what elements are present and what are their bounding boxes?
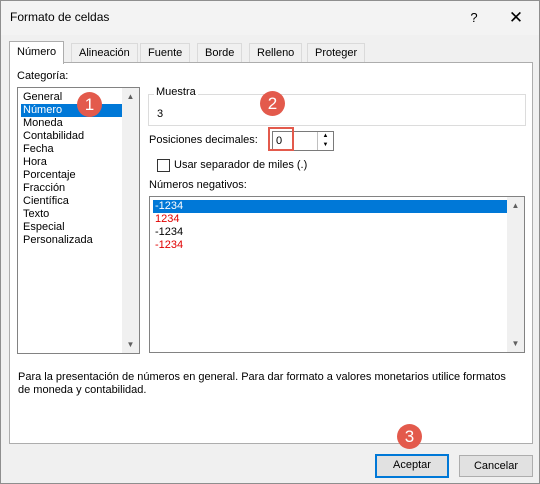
negative-numbers-list[interactable]: -1234 1234 -1234 -1234 ▲ ▼ bbox=[149, 196, 525, 353]
tab-borde[interactable]: Borde bbox=[197, 43, 243, 63]
category-scrollbar[interactable]: ▲ ▼ bbox=[122, 88, 139, 353]
scroll-up-arrow-icon[interactable]: ▲ bbox=[507, 197, 524, 214]
callout-badge-3: 3 bbox=[397, 424, 422, 449]
spin-down-icon[interactable]: ▼ bbox=[318, 141, 333, 150]
category-item-moneda[interactable]: Moneda bbox=[21, 117, 65, 130]
negative-format-item[interactable]: -1234 bbox=[153, 200, 507, 213]
category-item-general[interactable]: General bbox=[21, 91, 64, 104]
negative-list-scrollbar[interactable]: ▲ ▼ bbox=[507, 197, 524, 352]
tab-proteger[interactable]: Proteger bbox=[307, 43, 366, 63]
category-item-cientifica[interactable]: Científica bbox=[21, 195, 71, 208]
category-item-fraccion[interactable]: Fracción bbox=[21, 182, 67, 195]
negative-format-item[interactable]: -1234 bbox=[153, 226, 183, 239]
category-list[interactable]: General Número Moneda Contabilidad Fecha… bbox=[17, 87, 140, 354]
dialog-title: Formato de celdas bbox=[10, 10, 110, 24]
title-bar: Formato de celdas ? ✕ bbox=[1, 1, 539, 35]
format-cells-dialog: Formato de celdas ? ✕ Número Alineación … bbox=[0, 0, 540, 484]
category-item-contabilidad[interactable]: Contabilidad bbox=[21, 130, 86, 143]
scroll-down-arrow-icon[interactable]: ▼ bbox=[122, 336, 139, 353]
category-item-fecha[interactable]: Fecha bbox=[21, 143, 56, 156]
tab-relleno[interactable]: Relleno bbox=[249, 43, 303, 63]
decimal-places-label: Posiciones decimales: bbox=[149, 134, 258, 146]
tab-fuente[interactable]: Fuente bbox=[140, 43, 191, 63]
ok-button[interactable]: Aceptar bbox=[375, 454, 449, 478]
tab-alineacion[interactable]: Alineación bbox=[71, 43, 138, 63]
tab-numero[interactable]: Número bbox=[9, 41, 65, 64]
category-label: Categoría: bbox=[17, 70, 69, 82]
negative-numbers-label: Números negativos: bbox=[149, 179, 247, 191]
spinner-buttons: ▲ ▼ bbox=[317, 132, 333, 150]
category-item-personalizada[interactable]: Personalizada bbox=[21, 234, 95, 247]
category-item-porcentaje[interactable]: Porcentaje bbox=[21, 169, 78, 182]
help-button[interactable]: ? bbox=[459, 7, 489, 29]
sample-label: Muestra bbox=[154, 86, 198, 98]
sample-group: Muestra 3 bbox=[148, 86, 526, 126]
category-item-numero[interactable]: Número bbox=[21, 104, 122, 117]
cancel-button[interactable]: Cancelar bbox=[459, 455, 533, 477]
callout-badge-1: 1 bbox=[77, 92, 102, 117]
negative-format-item[interactable]: -1234 bbox=[153, 239, 183, 252]
spin-up-icon[interactable]: ▲ bbox=[318, 132, 333, 141]
category-item-texto[interactable]: Texto bbox=[21, 208, 51, 221]
callout-badge-2: 2 bbox=[260, 91, 285, 116]
sample-value: 3 bbox=[157, 108, 164, 120]
scroll-up-arrow-icon[interactable]: ▲ bbox=[122, 88, 139, 105]
category-item-hora[interactable]: Hora bbox=[21, 156, 49, 169]
close-button[interactable]: ✕ bbox=[501, 7, 531, 29]
thousands-separator-label[interactable]: Usar separador de miles (.) bbox=[174, 159, 307, 171]
thousands-separator-checkbox[interactable] bbox=[157, 159, 170, 172]
format-description: Para la presentación de números en gener… bbox=[18, 371, 506, 396]
negative-format-item[interactable]: 1234 bbox=[153, 213, 179, 226]
category-item-especial[interactable]: Especial bbox=[21, 221, 67, 234]
tab-panel-numero: Categoría: General Número Moneda Contabi… bbox=[9, 62, 533, 444]
scroll-down-arrow-icon[interactable]: ▼ bbox=[507, 335, 524, 352]
decimal-highlight-box bbox=[268, 127, 294, 151]
